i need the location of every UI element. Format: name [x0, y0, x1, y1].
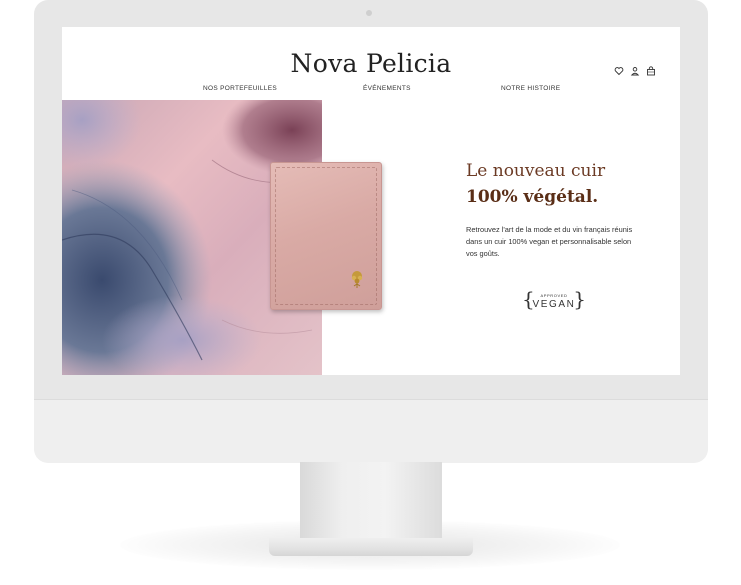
hero-title-line2: 100% végétal.	[466, 187, 599, 207]
hero-description: Retrouvez l'art de la mode et du vin fra…	[466, 225, 633, 258]
nav-portefeuilles[interactable]: NOS PORTEFEUILLES	[203, 85, 277, 92]
hero-title-line1: Le nouveau cuir	[466, 161, 606, 181]
gold-emblem-icon	[351, 271, 363, 288]
nav-histoire[interactable]: NOTRE HISTOIRE	[501, 85, 560, 92]
badge-approved-text: APPROVED	[540, 293, 568, 298]
monitor-chin	[34, 399, 708, 463]
nav-evenements[interactable]: ÉVÉNEMENTS	[363, 85, 411, 92]
vegan-approved-badge: { APPROVED VEGAN }	[522, 288, 586, 312]
heart-icon[interactable]	[614, 66, 624, 76]
monitor-stand-base	[269, 538, 473, 556]
camera-dot	[366, 10, 372, 16]
badge-vegan-text: VEGAN	[532, 299, 576, 310]
website-screen: Nova Pelicia NOS PORTEFEUILLES ÉVÉNEMENT…	[62, 27, 680, 375]
vegan-wallet-product[interactable]	[270, 162, 382, 310]
monitor-stand-neck	[300, 462, 442, 542]
bag-icon[interactable]	[646, 66, 656, 76]
brace-right: }	[573, 287, 586, 311]
user-icon[interactable]	[630, 66, 640, 76]
header-icons	[614, 66, 656, 76]
site-logo[interactable]: Nova Pelicia	[62, 49, 680, 78]
